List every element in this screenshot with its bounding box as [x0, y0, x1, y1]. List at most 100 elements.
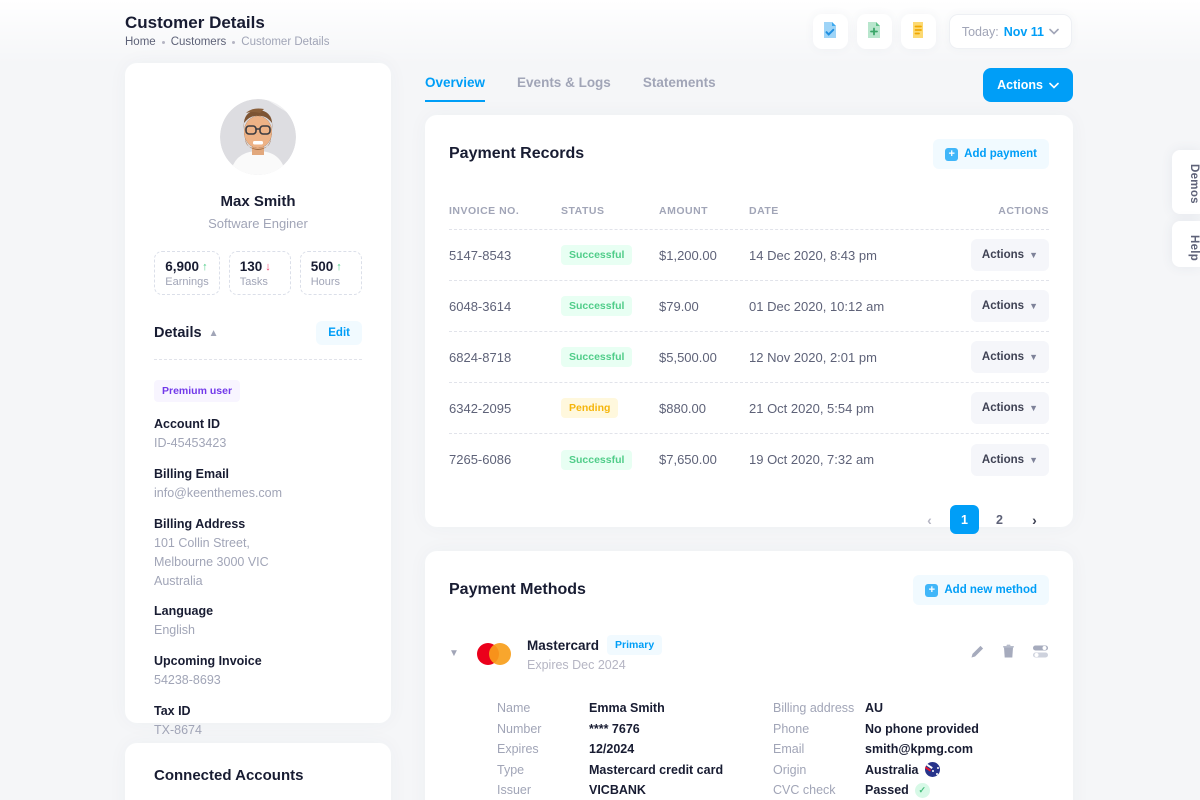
card-detail-value: Mastercard credit card [589, 763, 723, 777]
actions-dropdown-button[interactable]: Actions [983, 68, 1073, 102]
card-detail-field: NameEmma Smith [497, 698, 773, 719]
card-detail-label: Issuer [497, 783, 589, 797]
date-picker-button[interactable]: Today: Nov 11 [949, 14, 1072, 49]
stat-box: 500↑Hours [300, 251, 362, 295]
pagination-next-button[interactable]: › [1020, 505, 1049, 534]
card-brand: Mastercard [527, 638, 599, 653]
pagination-page-2[interactable]: 2 [985, 505, 1014, 534]
document-check-button[interactable] [813, 14, 848, 49]
customer-role: Software Enginer [154, 216, 362, 231]
card-details-grid: NameEmma SmithNumber**** 7676Expires12/2… [449, 698, 1049, 800]
invoice-number-cell[interactable]: 7265-6086 [449, 452, 561, 467]
chevron-down-icon [1049, 28, 1059, 35]
chevron-down-icon[interactable]: ▼ [449, 648, 473, 659]
stat-value: 500↑ [311, 259, 351, 274]
stat-label: Tasks [240, 276, 280, 288]
actions-cell: Actions ▼ [959, 444, 1049, 476]
card-detail-label: Email [773, 742, 865, 756]
card-detail-field: Emailsmith@kpmg.com [773, 739, 1049, 760]
side-tab-demos[interactable]: Demos [1172, 150, 1200, 214]
row-actions-button[interactable]: Actions▼ [971, 341, 1049, 373]
add-new-method-button[interactable]: + Add new method [913, 575, 1049, 605]
invoice-number-cell[interactable]: 6342-2095 [449, 401, 561, 416]
arrow-down-icon: ↓ [265, 261, 271, 273]
profile-field-value: 54238-8693 [154, 672, 362, 689]
payment-records-card: Payment Records + Add payment Invoice No… [425, 115, 1073, 527]
actions-cell: Actions ▼ [959, 239, 1049, 271]
chevron-down-icon: ▼ [1029, 455, 1038, 465]
breadcrumb-customers[interactable]: Customers [171, 36, 227, 48]
status-cell: Successful [561, 450, 659, 470]
invoice-number-cell[interactable]: 6048-3614 [449, 299, 561, 314]
pagination: ‹12› [449, 505, 1049, 534]
chevron-down-icon: ▼ [1029, 250, 1038, 260]
profile-field-value: English [154, 622, 362, 639]
status-badge: Successful [561, 450, 632, 470]
connected-accounts-title: Connected Accounts [154, 767, 362, 784]
column-amount: Amount [659, 205, 749, 217]
column-actions: Actions [959, 205, 1049, 217]
payment-method-row: ▼ Mastercard Primary Expires Dec 2024 [449, 635, 1049, 672]
card-detail-label: Number [497, 722, 589, 736]
edit-pencil-icon[interactable] [970, 644, 985, 664]
tab-events-logs[interactable]: Events & Logs [517, 75, 611, 102]
document-check-icon [820, 20, 840, 43]
card-detail-label: Expires [497, 742, 589, 756]
status-cell: Successful [561, 347, 659, 367]
profile-field-label: Language [154, 604, 362, 618]
profile-field-value: TX-8674 [154, 722, 362, 739]
tab-statements[interactable]: Statements [643, 75, 716, 102]
breadcrumb: Home Customers Customer Details [125, 36, 330, 48]
table-row: 6824-8718Successful$5,500.0012 Nov 2020,… [449, 332, 1049, 383]
breadcrumb-current: Customer Details [241, 36, 329, 48]
amount-cell: $880.00 [659, 401, 749, 416]
chevron-down-icon: ▼ [1029, 301, 1038, 311]
details-header: Details ▲ Edit [154, 321, 362, 345]
add-payment-button[interactable]: + Add payment [933, 139, 1049, 169]
side-tab-help[interactable]: Help [1172, 221, 1200, 267]
delete-trash-icon[interactable] [1001, 644, 1016, 664]
row-actions-button[interactable]: Actions▼ [971, 392, 1049, 424]
pagination-prev-button[interactable]: ‹ [915, 505, 944, 534]
card-detail-label: Origin [773, 763, 865, 777]
premium-user-badge: Premium user [154, 380, 240, 402]
stats-row: 6,900↑Earnings130↓Tasks500↑Hours [154, 251, 362, 295]
row-actions-label: Actions [982, 454, 1024, 466]
tab-overview[interactable]: Overview [425, 75, 485, 102]
profile-card: Max Smith Software Enginer 6,900↑Earning… [125, 63, 391, 723]
row-actions-button[interactable]: Actions▼ [971, 290, 1049, 322]
card-detail-value: Australia [865, 762, 940, 777]
settings-toggle-icon[interactable] [1032, 644, 1049, 664]
pagination-page-1[interactable]: 1 [950, 505, 979, 534]
invoice-number-cell[interactable]: 5147-8543 [449, 248, 561, 263]
divider [154, 359, 362, 360]
document-plus-icon [864, 20, 884, 43]
status-badge: Pending [561, 398, 618, 418]
chevron-down-icon [1049, 82, 1059, 89]
row-actions-label: Actions [982, 249, 1024, 261]
row-actions-button[interactable]: Actions ▼ [971, 444, 1049, 476]
edit-button[interactable]: Edit [316, 321, 362, 345]
row-actions-button[interactable]: Actions ▼ [971, 239, 1049, 271]
breadcrumb-home[interactable]: Home [125, 36, 156, 48]
stat-label: Earnings [165, 276, 208, 288]
chevron-down-icon: ▼ [1029, 403, 1038, 413]
profile-field-value: Australia [154, 573, 362, 590]
document-lines-button[interactable] [901, 14, 936, 49]
document-plus-button[interactable] [857, 14, 892, 49]
chevron-up-icon[interactable]: ▲ [209, 328, 219, 339]
plus-icon: + [945, 148, 958, 161]
invoice-number-cell[interactable]: 6824-8718 [449, 350, 561, 365]
add-payment-label: Add payment [964, 148, 1037, 160]
mastercard-logo-icon [473, 640, 515, 668]
status-cell: Successful [561, 245, 659, 265]
amount-cell: $1,200.00 [659, 248, 749, 263]
breadcrumb-dot [232, 41, 235, 44]
card-detail-value: No phone provided [865, 722, 979, 736]
document-lines-icon [908, 20, 928, 43]
column-date: Date [749, 205, 959, 217]
profile-field-value: 101 Collin Street, [154, 535, 362, 552]
tabs-row: Overview Events & Logs Statements Action… [425, 68, 1073, 108]
column-invoice: Invoice No. [449, 205, 561, 217]
payment-records-title: Payment Records [449, 145, 584, 163]
